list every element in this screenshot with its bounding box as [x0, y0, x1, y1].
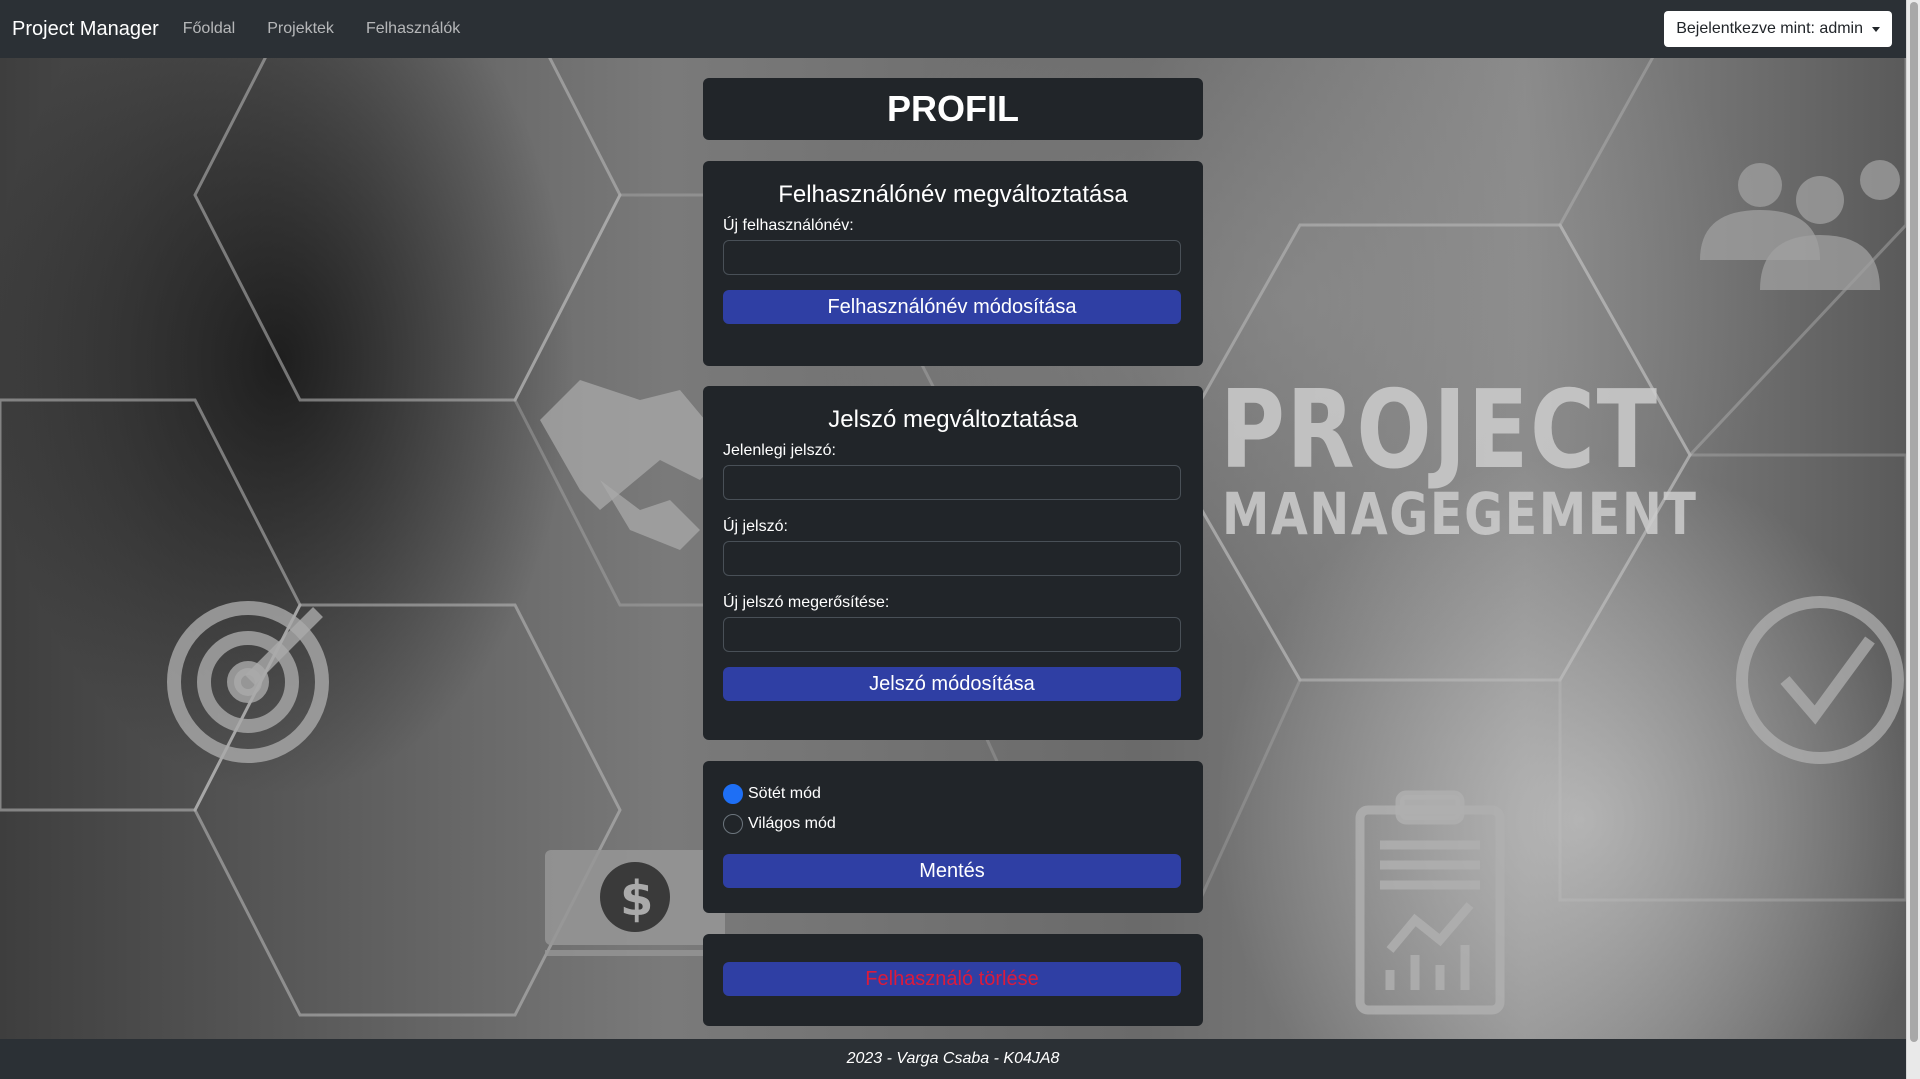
new-username-label: Új felhasználónév:: [723, 217, 854, 234]
svg-text:$: $: [620, 871, 653, 927]
new-username-input[interactable]: [723, 240, 1181, 275]
user-menu-dropdown[interactable]: Bejelentkezve mint: admin: [1664, 11, 1892, 47]
background-word-project: PROJECT: [1220, 368, 1659, 493]
nav-link-users[interactable]: Felhasználók: [366, 20, 460, 38]
change-username-button[interactable]: Felhasználónév módosítása: [723, 290, 1181, 324]
new-password-input[interactable]: [723, 541, 1181, 576]
username-form-heading: Felhasználónév megváltoztatása: [778, 181, 1128, 208]
team-icon: [1700, 160, 1900, 290]
footer-text: 2023 - Varga Csaba - K04JA8: [846, 1050, 1060, 1067]
page-title: PROFIL: [887, 88, 1019, 129]
nav-link-home[interactable]: Főoldal: [183, 20, 235, 38]
delete-user-button[interactable]: Felhasználó törlése: [723, 962, 1181, 996]
vertical-scrollbar[interactable]: [1906, 0, 1920, 1079]
scrollbar-thumb[interactable]: [1910, 2, 1918, 1042]
handshake-icon: [540, 380, 730, 550]
title-panel: PROFIL: [703, 78, 1203, 140]
page-footer: 2023 - Varga Csaba - K04JA8: [0, 1039, 1906, 1079]
change-password-button[interactable]: Jelszó módosítása: [723, 667, 1181, 701]
user-menu-label: Bejelentkezve mint: admin: [1676, 20, 1863, 37]
caret-down-icon: [1872, 26, 1880, 32]
theme-form: Sötét mód Világos mód Mentés: [703, 761, 1203, 913]
dark-mode-label: Sötét mód: [748, 785, 821, 802]
dark-mode-radio[interactable]: [723, 784, 743, 804]
confirm-password-label: Új jelszó megerősítése:: [723, 594, 890, 611]
clipboard-chart-icon: [1355, 790, 1505, 1015]
dark-mode-option[interactable]: Sötét mód: [723, 782, 1183, 806]
username-form: Felhasználónév megváltoztatása Új felhas…: [703, 161, 1203, 366]
delete-user-form: Felhasználó törlése: [703, 934, 1203, 1026]
new-password-label: Új jelszó:: [723, 518, 788, 535]
target-icon: [167, 601, 329, 763]
confirm-password-input[interactable]: [723, 617, 1181, 652]
current-password-label: Jelenlegi jelszó:: [723, 442, 836, 459]
nav-link-projects[interactable]: Projektek: [267, 20, 334, 38]
light-mode-option[interactable]: Világos mód: [723, 812, 1183, 836]
brand-link[interactable]: Project Manager: [12, 18, 159, 41]
top-navbar: Project Manager Főoldal Projektek Felhas…: [0, 0, 1906, 58]
password-form-heading: Jelszó megváltoztatása: [828, 406, 1078, 433]
save-theme-button[interactable]: Mentés: [723, 854, 1181, 888]
light-mode-radio[interactable]: [723, 814, 743, 834]
password-form: Jelszó megváltoztatása Jelenlegi jelszó:…: [703, 386, 1203, 740]
light-mode-label: Világos mód: [748, 815, 836, 832]
money-icon: $: [545, 850, 725, 956]
current-password-input[interactable]: [723, 465, 1181, 500]
check-icon: [1736, 596, 1904, 764]
background-word-management: MANAGEGEMENT: [1222, 480, 1698, 548]
